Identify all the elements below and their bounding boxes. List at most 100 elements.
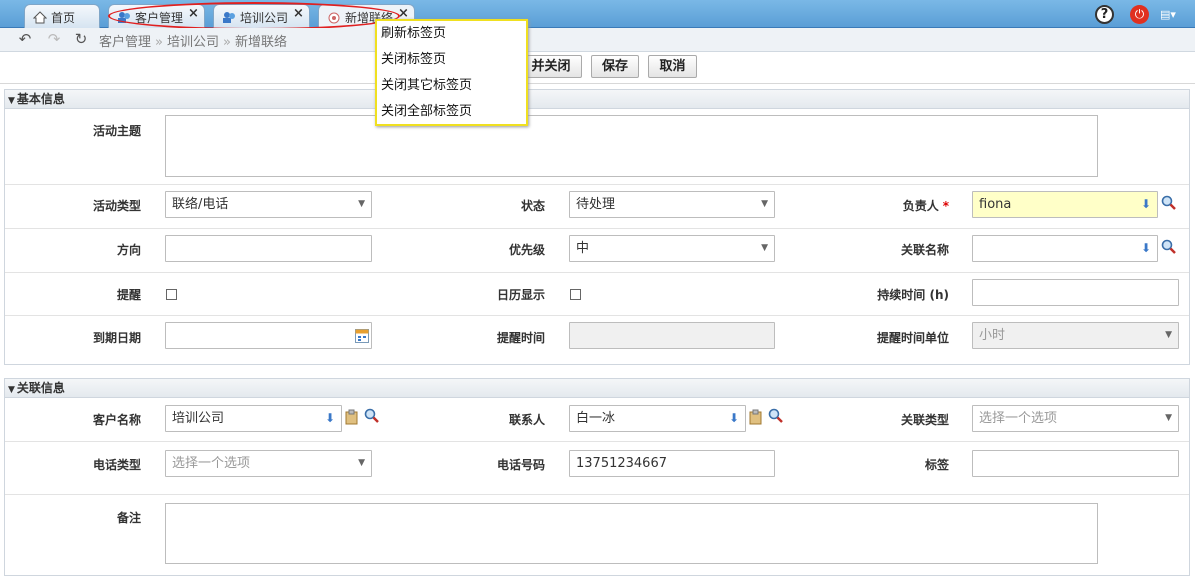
tag-label: 标签 [924,458,949,472]
lookup-arrow-icon[interactable]: ⬇ [729,406,739,431]
section-header[interactable]: ▼ 基本信息 [5,90,1189,109]
tab-home[interactable]: 首页 [24,4,100,28]
subject-textarea[interactable] [165,115,1098,177]
calendar-label: 日历显示 [496,288,545,302]
chevron-down-icon: ▼ [761,243,768,253]
priority-select[interactable]: 中 ▼ [569,235,775,262]
remind-unit-select: 小时 ▼ [972,322,1179,349]
form-row: 到期日期 提醒时间 提醒时间单位 小时 ▼ [5,316,1189,365]
customers-icon [117,11,131,24]
direction-input[interactable] [165,235,372,262]
action-bar: 并关闭 保存 取消 [0,52,1195,84]
duration-label: 持续时间 (h) [877,288,949,302]
duration-input[interactable] [972,279,1179,306]
tab-context-menu: 刷新标签页 关闭标签页 关闭其它标签页 关闭全部标签页 [375,19,528,126]
owner-label: 负责人 * [902,199,949,213]
type-label: 活动类型 [92,199,141,213]
relation-type-label: 关联类型 [900,413,949,427]
collapse-arrow-icon: ▼ [8,385,15,395]
contact-field[interactable]: 白一冰 ⬇ [569,405,746,432]
due-date-input[interactable] [165,322,372,349]
close-icon[interactable]: × [188,6,199,21]
cancel-button[interactable]: 取消 [648,55,697,78]
remind-label: 提醒 [116,288,141,302]
remind-checkbox[interactable] [166,289,177,300]
phone-type-label: 电话类型 [92,458,141,472]
menu-item-close-all[interactable]: 关闭全部标签页 [377,103,526,129]
lookup-arrow-icon[interactable]: ⬇ [1141,236,1151,261]
power-icon[interactable]: ⏻ [1130,5,1149,24]
calendar-checkbox[interactable] [570,289,581,300]
breadcrumb-item[interactable]: 客户管理 [99,35,151,50]
note-label: 备注 [116,511,141,525]
subject-label: 活动主题 [92,124,141,138]
menu-item-refresh-tab[interactable]: 刷新标签页 [377,25,526,51]
priority-label: 优先级 [508,243,545,257]
related-info-section: ▼ 关联信息 客户名称 培训公司 ⬇ 联系人 白一冰 ⬇ 关联类型 选择一个选项 ▼ 电… [4,378,1190,576]
owner-field[interactable]: fiona ⬇ [972,191,1158,218]
calendar-icon[interactable] [355,327,369,343]
relation-type-select[interactable]: 选择一个选项 ▼ [972,405,1179,432]
menu-item-close-tab[interactable]: 关闭标签页 [377,51,526,77]
help-icon[interactable]: ? [1095,5,1114,24]
chevron-down-icon: ▼ [358,458,365,468]
search-icon[interactable] [1161,239,1177,255]
theme-icon[interactable]: ▤▾ [1160,5,1184,24]
remind-unit-label: 提醒时间单位 [876,331,949,345]
contact-icon [327,11,341,24]
refresh-icon[interactable]: ↻ [72,30,90,48]
tag-input[interactable] [972,450,1179,477]
lookup-arrow-icon[interactable]: ⬇ [325,406,335,431]
status-select[interactable]: 待处理 ▼ [569,191,775,218]
tab-company[interactable]: 培训公司 × [213,4,310,28]
customer-label: 客户名称 [92,413,141,427]
form-row: 提醒 日历显示 持续时间 (h) [5,273,1189,316]
remind-time-label: 提醒时间 [496,331,545,345]
breadcrumb-item[interactable]: 培训公司 [167,35,219,50]
remind-time-input [569,322,775,349]
contact-label: 联系人 [508,413,545,427]
clipboard-icon[interactable] [749,409,765,425]
form-row: 活动类型 联络/电话 ▼ 状态 待处理 ▼ 负责人 * fiona ⬇ [5,185,1189,229]
forward-icon[interactable]: ↷ [45,30,63,48]
required-mark: * [942,199,949,213]
home-icon [32,11,48,24]
search-icon[interactable] [1161,195,1177,211]
basic-info-section: ▼ 基本信息 活动主题 活动类型 联络/电话 ▼ 状态 待处理 ▼ 负责人 * fion… [4,89,1190,365]
form-row: 客户名称 培训公司 ⬇ 联系人 白一冰 ⬇ 关联类型 选择一个选项 ▼ [5,398,1189,442]
customer-field[interactable]: 培训公司 ⬇ [165,405,342,432]
tab-bar: 首页 客户管理 × 培训公司 × 新增联络 × ? ⏻ ▤▾ [0,0,1195,30]
related-name-field[interactable]: ⬇ [972,235,1158,262]
related-name-label: 关联名称 [900,243,949,257]
phone-label: 电话号码 [496,458,545,472]
chevron-down-icon: ▼ [761,199,768,209]
save-button[interactable]: 保存 [591,55,639,78]
chevron-down-icon: ▼ [1165,413,1172,423]
due-date-label: 到期日期 [92,331,141,345]
form-row: 备注 [5,495,1189,575]
note-textarea[interactable] [165,503,1098,564]
phone-input[interactable]: 13751234667 [569,450,775,477]
chevron-down-icon: ▼ [358,199,365,209]
breadcrumb: 客户管理» 培训公司» 新增联络 [99,35,287,50]
phone-type-select[interactable]: 选择一个选项 ▼ [165,450,372,477]
menu-item-close-others[interactable]: 关闭其它标签页 [377,77,526,103]
form-row: 活动主题 [5,109,1189,185]
nav-toolbar: ↶ ↷ ↻ 客户管理» 培训公司» 新增联络 [0,28,1195,52]
search-icon[interactable] [768,408,784,424]
back-icon[interactable]: ↶ [16,30,34,48]
close-icon[interactable]: × [293,6,304,21]
company-icon [222,11,236,24]
chevron-down-icon: ▼ [1165,330,1172,340]
direction-label: 方向 [116,243,141,257]
section-header[interactable]: ▼ 关联信息 [5,379,1189,398]
tab-customers[interactable]: 客户管理 × [108,4,205,28]
search-icon[interactable] [364,408,380,424]
collapse-arrow-icon: ▼ [8,96,15,106]
type-select[interactable]: 联络/电话 ▼ [165,191,372,218]
save-close-button[interactable]: 并关闭 [520,55,582,78]
clipboard-icon[interactable] [345,409,361,425]
form-row: 电话类型 选择一个选项 ▼ 电话号码 13751234667 标签 [5,442,1189,495]
lookup-arrow-icon[interactable]: ⬇ [1141,192,1151,217]
status-label: 状态 [520,199,545,213]
